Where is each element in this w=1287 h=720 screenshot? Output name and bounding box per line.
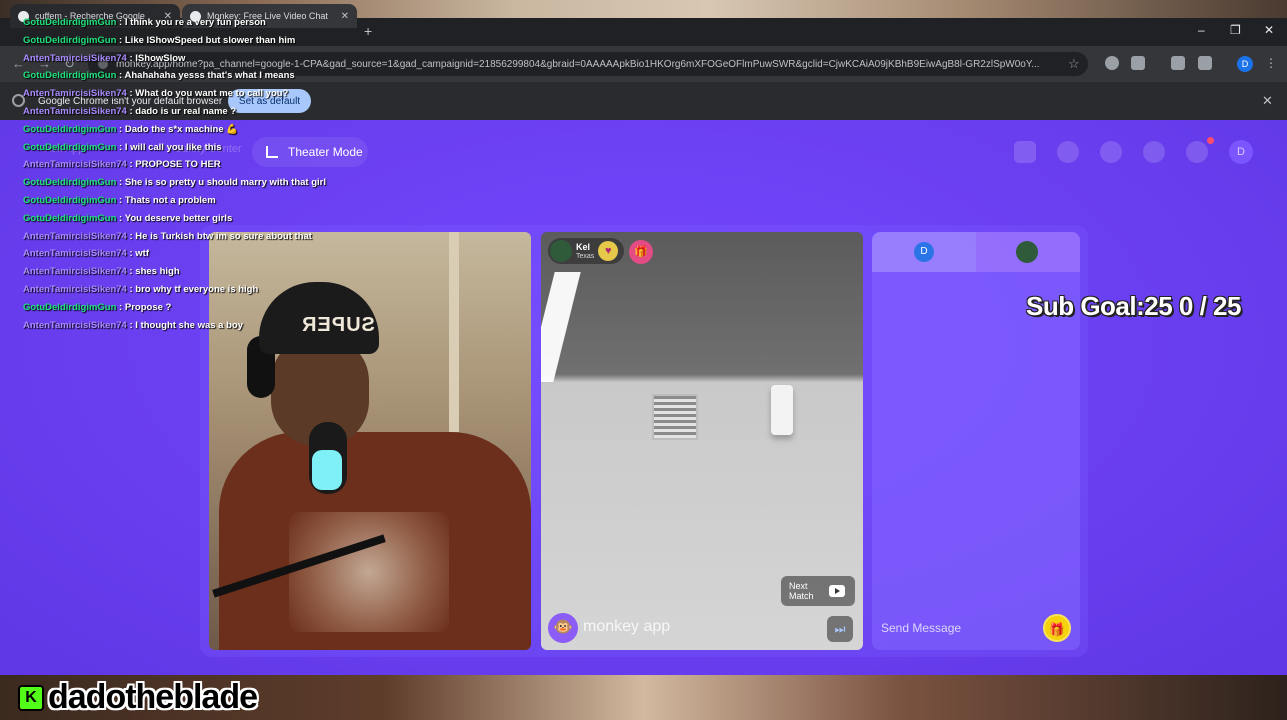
heart-icon[interactable]: ♥ <box>598 241 619 261</box>
partner-badge[interactable]: Kel Texas ♥ <box>548 238 625 264</box>
next-match-button[interactable]: Next Match <box>781 576 855 606</box>
play-icon <box>829 585 845 597</box>
chat-line: AntenTamircisiSiken74 : wtf <box>23 248 150 260</box>
chat-line: AntenTamircisiSiken74 : bro why tf every… <box>23 283 259 295</box>
streamer-name: dadotheblade <box>48 678 258 716</box>
side-panel-icon[interactable] <box>1198 56 1212 70</box>
chat-line: GotuDeldirdigimGun : Dado the s*x machin… <box>23 123 239 135</box>
chat-username: GotuDeldirdigimGun <box>23 141 117 153</box>
chat-line: GotuDeldirdigimGun : You deserve better … <box>23 212 233 224</box>
chat-username: AntenTamircisiSiken74 <box>23 88 127 100</box>
shirt-graphic <box>289 512 449 632</box>
skip-button[interactable]: ⏭ <box>827 616 853 642</box>
bookmark-star-icon[interactable]: ☆ <box>1068 56 1080 72</box>
gift-button[interactable]: 🎁 <box>1043 614 1071 642</box>
chat-line: AntenTamircisiSiken74 : PROPOSE TO HER <box>23 159 221 171</box>
chat-username: AntenTamircisiSiken74 <box>23 159 127 171</box>
chat-line: GotuDeldirdigimGun : Propose ? <box>23 301 172 313</box>
chat-message: She is so pretty u should marry with tha… <box>124 177 326 189</box>
chat-line: AntenTamircisiSiken74 : I thought she wa… <box>23 319 243 331</box>
chat-message: Ahahahaha yesss that's what I means <box>124 70 295 82</box>
chat-message: What do you want me to call you? <box>135 88 289 100</box>
chat-username: AntenTamircisiSiken74 <box>23 319 127 331</box>
extension-icon[interactable] <box>1105 56 1119 70</box>
partner-avatar <box>550 240 572 262</box>
stream-chat-overlay: GotuDeldirdigimGun : I think you re a ve… <box>23 16 363 336</box>
chat-username: GotuDeldirdigimGun <box>23 301 117 313</box>
next-match-label: Next Match <box>789 581 814 601</box>
chat-line: GotuDeldirdigimGun : Thats not a problem <box>23 194 216 206</box>
chat-line: GotuDeldirdigimGun : She is so pretty u … <box>23 177 326 189</box>
search-icon[interactable] <box>1057 141 1079 163</box>
monkey-logo-icon: 🐵 <box>548 613 578 643</box>
chat-message: wtf <box>135 248 150 260</box>
light-streak <box>541 272 581 382</box>
chat-username: GotuDeldirdigimGun <box>23 194 117 206</box>
chat-message: Dado the s*x machine 💪 <box>124 123 239 135</box>
chat-username: GotuDeldirdigimGun <box>23 177 117 189</box>
window-frame <box>449 232 459 432</box>
chat-line: AntenTamircisiSiken74 : IShowSlow <box>23 52 186 64</box>
partner-tab-avatar <box>1016 241 1038 263</box>
chat-message: IShowSlow <box>135 52 186 64</box>
chat-message: bro why tf everyone is high <box>135 283 259 295</box>
chat-line: AntenTamircisiSiken74 : shes high <box>23 266 180 278</box>
history-icon[interactable] <box>1143 141 1165 163</box>
sub-goal-overlay: Sub Goal:25 0 / 25 <box>1026 291 1241 321</box>
partner-location: Texas <box>576 252 595 260</box>
chat-message: Thats not a problem <box>124 194 216 206</box>
chat-line: AntenTamircisiSiken74 : What do you want… <box>23 88 289 100</box>
chat-line: GotuDeldirdigimGun : I will call you lik… <box>23 141 222 153</box>
chat-line: GotuDeldirdigimGun : Like IShowSpeed but… <box>23 34 296 46</box>
chat-username: GotuDeldirdigimGun <box>23 123 117 135</box>
partner-name: Kel <box>576 241 591 252</box>
kick-logo-icon: K <box>18 684 44 711</box>
streamer-name-overlay: K dadotheblade <box>18 678 258 717</box>
chat-message: Propose ? <box>124 301 172 313</box>
chat-message: I think you re a very fun person <box>124 17 266 28</box>
chat-username: AntenTamircisiSiken74 <box>23 248 127 260</box>
profile-avatar[interactable]: D <box>1237 56 1253 72</box>
chat-line: GotuDeldirdigimGun : Ahahahaha yesss tha… <box>23 70 295 82</box>
shop-icon[interactable] <box>1014 141 1036 163</box>
chat-message: dado is ur real name ? <box>135 105 237 117</box>
chat-message: PROPOSE TO HER <box>135 159 221 171</box>
chat-username: AntenTamircisiSiken74 <box>23 105 127 117</box>
chat-username: GotuDeldirdigimGun <box>23 34 117 46</box>
chat-username: AntenTamircisiSiken74 <box>23 230 127 242</box>
gift-icon[interactable]: 🎁 <box>629 240 653 264</box>
close-window-button[interactable]: ✕ <box>1264 23 1274 37</box>
chat-message: You deserve better girls <box>124 212 233 224</box>
notification-dot <box>1207 137 1214 144</box>
new-tab-button[interactable]: + <box>364 23 372 39</box>
infobar-close-icon[interactable]: ✕ <box>1262 93 1273 109</box>
chat-line: GotuDeldirdigimGun : I think you re a ve… <box>23 17 266 28</box>
chat-message: I thought she was a boy <box>135 319 243 331</box>
chat-message: I will call you like this <box>124 141 222 153</box>
microphone-light <box>312 450 342 490</box>
monkey-app-watermark: monkey app <box>583 618 671 635</box>
chat-line: AntenTamircisiSiken74 : He is Turkish bt… <box>23 230 312 242</box>
chat-line: AntenTamircisiSiken74 : dado is ur real … <box>23 105 237 117</box>
chat-username: GotuDeldirdigimGun <box>23 70 117 82</box>
minimize-button[interactable]: – <box>1198 23 1205 37</box>
chat-username: AntenTamircisiSiken74 <box>23 52 127 64</box>
menu-kebab-icon[interactable]: ⋮ <box>1265 56 1277 70</box>
chat-username: AntenTamircisiSiken74 <box>23 266 127 278</box>
download-icon[interactable] <box>1171 56 1185 70</box>
coins-icon[interactable] <box>1100 141 1122 163</box>
me-avatar: D <box>914 242 934 262</box>
air-vent <box>652 394 698 440</box>
user-avatar[interactable]: D <box>1229 140 1253 164</box>
messages-icon[interactable] <box>1186 141 1208 163</box>
chat-username: AntenTamircisiSiken74 <box>23 283 127 295</box>
chat-message: He is Turkish btw im so sure about that <box>135 230 312 242</box>
wall-device <box>771 385 793 435</box>
chat-message: shes high <box>135 266 180 278</box>
extensions-puzzle-icon[interactable] <box>1131 56 1145 70</box>
chat-username: GotuDeldirdigimGun <box>23 17 117 28</box>
chat-message: Like IShowSpeed but slower than him <box>124 34 296 46</box>
restore-button[interactable]: ❐ <box>1230 23 1241 37</box>
chat-username: GotuDeldirdigimGun <box>23 212 117 224</box>
